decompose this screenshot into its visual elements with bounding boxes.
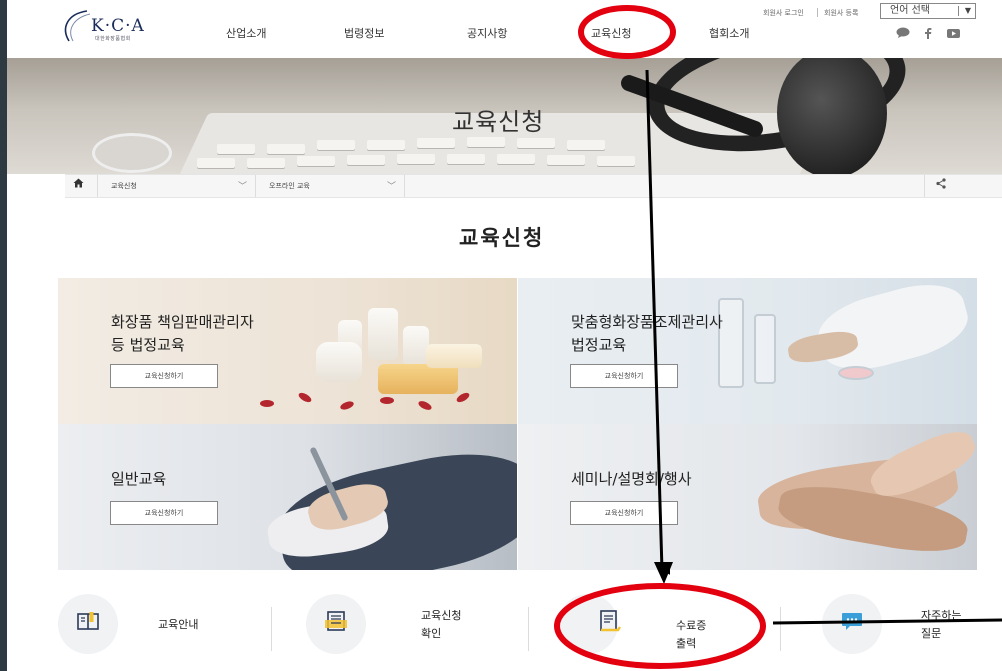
nav-item-about[interactable]: 협회소개 [709,25,749,41]
keyboard-key [417,138,455,148]
page-title: 교육신청 [459,226,545,250]
book-icon [77,612,99,630]
petal-image [297,390,313,405]
keyboard-key [497,154,535,164]
petal-image [380,397,394,404]
cosmetic-bottle-image [368,308,398,360]
card-custom-cosmetics-education[interactable]: 맞춤형화장품조제관리사 법정교육 교육신청하기 [518,278,977,424]
quick-item-label: 교육안내 [158,618,199,631]
keyboard-key [297,156,335,166]
apply-button[interactable]: 교육신청하기 [110,501,218,525]
quick-menu: 교육안내 교육신청 확인 수료증 출력 자주하는 질문 [58,583,1002,671]
hero-banner: 교육신청 [7,58,1002,174]
card-title: 일반교육 [111,470,167,488]
share-icon[interactable] [936,178,946,192]
breadcrumb-divider [97,175,98,197]
certificate-icon [600,610,621,632]
keyboard-key [347,155,385,165]
hero-title: 교육신청 [452,108,545,136]
keyboard-key [317,140,355,150]
petal-image [260,400,274,407]
apply-button[interactable]: 교육신청하기 [570,501,678,525]
apply-button[interactable]: 교육신청하기 [570,364,678,388]
youtube-icon[interactable] [947,29,960,41]
quick-item-label: 수료증 출력 [676,619,707,650]
petal-image [339,399,355,412]
petal-image [417,399,433,412]
site-header: K·C·A 대한화장품협회 산업소개 법령정보 공지사항 교육신청 협회소개 회… [7,0,1002,62]
breadcrumb-divider [255,175,256,197]
chevron-down-icon[interactable]: ﹀ [387,179,396,192]
keyboard-key [467,137,505,147]
keyboard-key [517,138,555,148]
main-nav: 산업소개 법령정보 공지사항 교육신청 협회소개 [7,25,1002,45]
breadcrumb-divider [924,175,925,197]
breadcrumb-level2[interactable]: 오프라인 교육 [269,181,310,191]
breadcrumb: 교육신청 ﹀ 오프라인 교육 ﹀ [65,174,1002,198]
quick-item-label: 교육신청 확인 [421,609,462,640]
card-statutory-education[interactable]: 화장품 책임판매관리자 등 법정교육 교육신청하기 [58,278,517,424]
keyboard-key [567,140,605,150]
language-select-label: 언어 선택 [890,5,930,16]
card-title: 세미나/설명회/행사 [571,470,692,488]
keyboard-key [397,154,435,164]
quick-divider [528,607,529,651]
card-seminar-events[interactable]: 세미나/설명회/행사 교육신청하기 [518,424,977,570]
home-icon[interactable] [73,178,84,191]
talk-icon[interactable] [896,27,910,41]
member-register-link[interactable]: 회원사 등록 [824,8,858,18]
keyboard-key [267,144,305,154]
petri-dish-image [838,366,874,380]
keyboard-key [547,155,585,165]
nav-item-notice[interactable]: 공지사항 [467,25,507,41]
facebook-icon[interactable] [924,27,932,42]
language-select[interactable]: 언어 선택 ▼ [880,3,976,19]
caret-down-icon: ▼ [964,6,971,15]
member-login-link[interactable]: 회원사 로그인 [763,8,804,18]
quick-divider [271,607,272,651]
keyboard-key [247,158,285,168]
card-title: 맞춤형화장품조제관리사 법정교육 [571,313,723,354]
apply-button[interactable]: 교육신청하기 [110,364,218,388]
language-select-divider [958,6,959,16]
nav-item-law[interactable]: 법령정보 [344,25,384,41]
nav-item-industry[interactable]: 산업소개 [226,25,266,41]
keyboard-key [597,156,635,166]
cosmetic-jar-image [316,342,362,382]
chevron-down-icon[interactable]: ﹀ [238,179,247,192]
keyboard-key [367,140,405,150]
lab-flask-image [754,314,776,384]
breadcrumb-level1[interactable]: 교육신청 [111,181,137,191]
headset-earcup-image [777,58,887,174]
document-icon [325,611,347,631]
util-divider [817,8,818,17]
soap-image [426,344,482,368]
lab-coat-arm-image [811,278,975,381]
soap-image [378,364,458,394]
quick-item-label: 자주하는 질문 [921,609,962,640]
mouse-image [92,133,172,173]
card-title: 화장품 책임판매관리자 등 법정교육 [111,313,254,354]
keyboard-key [447,154,485,164]
keyboard-key [217,144,255,154]
page-frame: K·C·A 대한화장품협회 산업소개 법령정보 공지사항 교육신청 협회소개 회… [7,0,1002,671]
chat-icon [842,613,862,630]
breadcrumb-divider [404,175,405,197]
petal-image [455,390,471,405]
nav-item-education[interactable]: 교육신청 [591,25,631,41]
card-general-education[interactable]: 일반교육 교육신청하기 [58,424,517,570]
keyboard-key [197,158,235,168]
quick-divider [780,607,781,651]
